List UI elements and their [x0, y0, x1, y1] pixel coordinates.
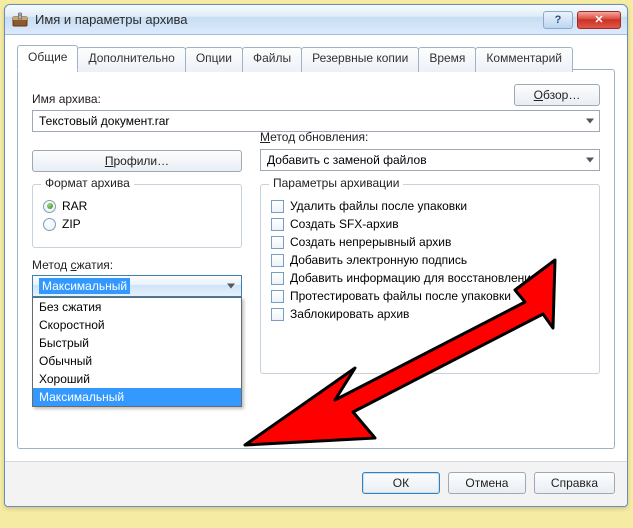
checkbox-icon	[271, 254, 284, 267]
check-recovery[interactable]: Добавить информацию для восстановления	[271, 271, 589, 285]
check-solid[interactable]: Создать непрерывный архив	[271, 235, 589, 249]
check-signature[interactable]: Добавить электронную подпись	[271, 253, 589, 267]
checkbox-icon	[271, 272, 284, 285]
compression-combo[interactable]: Максимальный Без сжатия Скоростной Быстр…	[32, 275, 242, 297]
check-sfx[interactable]: Создать SFX-архив	[271, 217, 589, 231]
dialog-window: Имя и параметры архива ? ✕ Общие Дополни…	[4, 4, 628, 507]
tab-time[interactable]: Время	[418, 47, 476, 72]
tab-options[interactable]: Опции	[185, 47, 243, 72]
format-group: Формат архива RAR ZIP	[32, 184, 242, 248]
update-method-combo[interactable]: Добавить с заменой файлов	[260, 149, 600, 171]
help-button[interactable]: ?	[543, 11, 573, 29]
checkbox-icon	[271, 236, 284, 249]
checkbox-icon	[271, 290, 284, 303]
checkbox-icon	[271, 308, 284, 321]
params-title: Параметры архивации	[269, 176, 403, 190]
radio-rar[interactable]: RAR	[43, 199, 231, 213]
compression-option[interactable]: Без сжатия	[33, 298, 241, 316]
tab-comment[interactable]: Комментарий	[475, 47, 573, 72]
radio-zip[interactable]: ZIP	[43, 217, 231, 231]
archive-name-value: Текстовый документ.rar	[39, 114, 169, 128]
check-test[interactable]: Протестировать файлы после упаковки	[271, 289, 589, 303]
ok-button[interactable]: ОК	[362, 472, 440, 494]
radio-mark-icon	[43, 200, 56, 213]
winrar-icon	[11, 11, 29, 29]
archive-name-label: Имя архива:	[32, 92, 101, 106]
compression-option[interactable]: Обычный	[33, 352, 241, 370]
tab-general[interactable]: Общие	[17, 45, 78, 70]
tab-files[interactable]: Файлы	[242, 47, 302, 72]
browse-button[interactable]: Обзор…	[514, 84, 600, 106]
tabpage-general: Имя архива: Обзор… Текстовый документ.ra…	[17, 69, 615, 449]
tab-backup[interactable]: Резервные копии	[301, 47, 419, 72]
compression-value: Максимальный	[39, 278, 130, 294]
update-method-value: Добавить с заменой файлов	[267, 153, 427, 167]
params-group: Параметры архивации Удалить файлы после …	[260, 184, 600, 374]
tab-advanced[interactable]: Дополнительно	[77, 47, 185, 72]
compression-dropdown-list: Без сжатия Скоростной Быстрый Обычный Хо…	[32, 297, 242, 407]
client-area: Общие Дополнительно Опции Файлы Резервны…	[5, 35, 627, 461]
window-title: Имя и параметры архива	[35, 12, 543, 27]
update-method-label: Метод обновления:	[260, 130, 600, 144]
format-title: Формат архива	[41, 176, 134, 190]
checkbox-icon	[271, 218, 284, 231]
checkbox-icon	[271, 200, 284, 213]
tabstrip: Общие Дополнительно Опции Файлы Резервны…	[17, 45, 615, 70]
titlebar: Имя и параметры архива ? ✕	[5, 5, 627, 35]
radio-mark-icon	[43, 218, 56, 231]
help-footer-button[interactable]: Справка	[534, 472, 615, 494]
close-button[interactable]: ✕	[577, 11, 621, 29]
compression-option[interactable]: Хороший	[33, 370, 241, 388]
compression-option[interactable]: Скоростной	[33, 316, 241, 334]
chevron-down-icon	[586, 158, 594, 163]
chevron-down-icon	[586, 119, 594, 124]
chevron-down-icon	[227, 284, 235, 289]
compression-option[interactable]: Максимальный	[33, 388, 241, 406]
compression-option[interactable]: Быстрый	[33, 334, 241, 352]
compression-label: Метод сжатия:	[32, 258, 242, 272]
archive-name-combo[interactable]: Текстовый документ.rar	[32, 110, 600, 132]
window-buttons: ? ✕	[543, 11, 621, 29]
cancel-button[interactable]: Отмена	[448, 472, 526, 494]
dialog-footer: ОК Отмена Справка	[5, 461, 627, 506]
check-delete-after[interactable]: Удалить файлы после упаковки	[271, 199, 589, 213]
check-lock[interactable]: Заблокировать архив	[271, 307, 589, 321]
profiles-button[interactable]: Профили…	[32, 150, 242, 172]
